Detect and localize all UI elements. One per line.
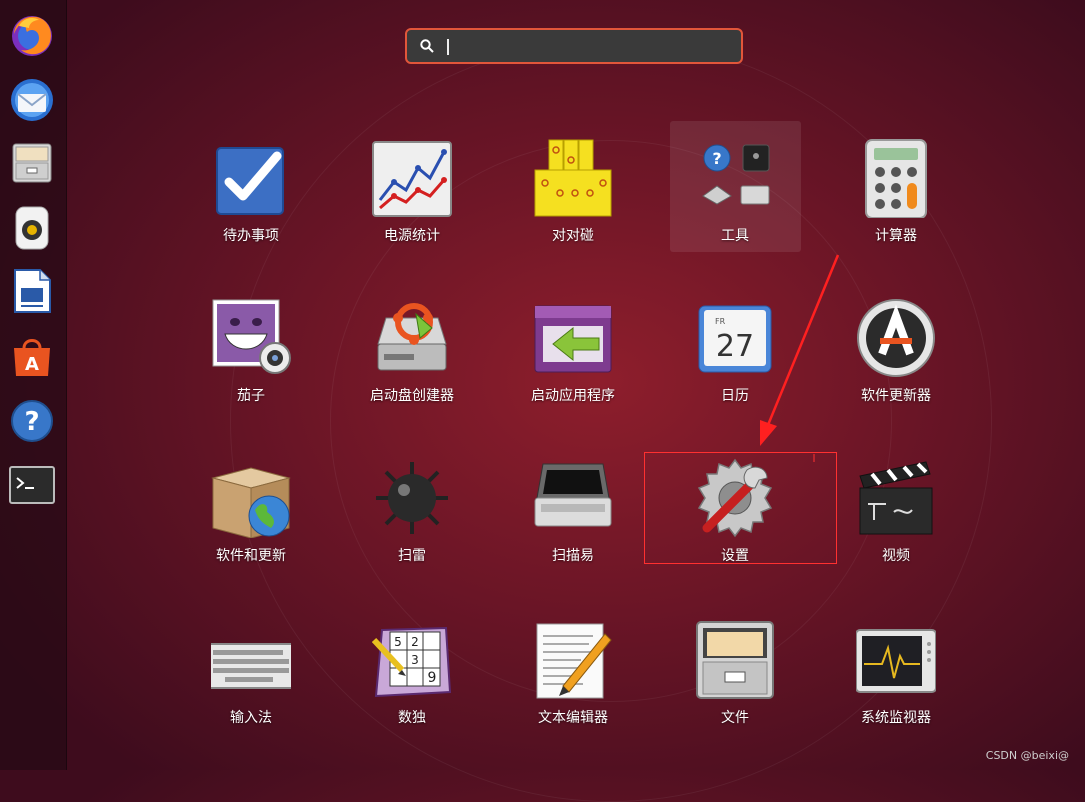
app-mines[interactable]: 扫雷 [342, 450, 482, 570]
yellow-blocks-icon [534, 139, 612, 217]
app-files[interactable]: 文件 [665, 612, 805, 732]
app-label: 扫雷 [398, 548, 426, 564]
dock-thunderbird[interactable] [9, 77, 55, 123]
app-text-editor[interactable]: 文本编辑器 [503, 612, 643, 732]
calculator-icon [865, 139, 927, 218]
checkbox-check-icon [216, 147, 284, 215]
dock-firefox[interactable] [9, 12, 55, 58]
firefox-icon [12, 16, 52, 56]
app-startup-applications[interactable]: 启动应用程序 [503, 290, 643, 410]
sudoku-digit: 5 [394, 635, 402, 649]
dock-writer[interactable] [9, 268, 55, 314]
app-swell-foop[interactable]: 对对碰 [503, 130, 643, 250]
app-cheese[interactable]: 茄子 [181, 290, 321, 410]
app-simple-scan[interactable]: 扫描易 [503, 450, 643, 570]
dock: A ? [0, 0, 67, 770]
app-label: 工具 [721, 228, 749, 244]
webcam-smile-icon [212, 299, 291, 374]
app-todo[interactable]: 待办事项 [181, 130, 321, 250]
app-calendar[interactable]: FR 27 日历 [665, 290, 805, 410]
dock-help[interactable]: ? [9, 398, 55, 444]
keyboard-icon [211, 643, 291, 689]
disk-creator-icon [377, 303, 447, 371]
tools-folder-icon: ? [702, 144, 770, 205]
file-cabinet-icon [12, 143, 52, 183]
app-power-statistics[interactable]: 电源统计 [342, 130, 482, 250]
highlight-box [644, 452, 837, 564]
app-label: 启动盘创建器 [370, 388, 454, 404]
app-label: 视频 [882, 548, 910, 564]
search-input[interactable] [443, 34, 737, 60]
app-label: 待办事项 [223, 228, 279, 244]
svg-text:?: ? [712, 149, 721, 168]
app-label: 软件和更新 [216, 548, 286, 564]
svg-text:A: A [25, 354, 39, 375]
app-calculator[interactable]: 计算器 [826, 130, 966, 250]
app-label: 文件 [721, 710, 749, 726]
file-cabinet-icon [696, 621, 774, 699]
app-software-properties[interactable]: 软件和更新 [181, 450, 321, 570]
package-globe-icon [211, 467, 291, 538]
app-label: 日历 [721, 388, 749, 404]
dock-files[interactable] [9, 140, 55, 186]
app-label: 扫描易 [552, 548, 594, 564]
sudoku-digit: 3 [411, 653, 419, 667]
app-sudoku[interactable]: 5 2 3 9 数独 [342, 612, 482, 732]
software-updater-icon [857, 299, 935, 377]
watermark: CSDN @beixi@ [985, 749, 1069, 762]
speaker-icon [15, 206, 49, 250]
clapperboard-icon [859, 461, 933, 535]
search-box[interactable] [405, 28, 743, 64]
app-label: 对对碰 [552, 228, 594, 244]
help-icon: ? [11, 400, 53, 442]
scanner-icon [534, 463, 612, 527]
app-label: 计算器 [875, 228, 917, 244]
startup-arrow-icon [534, 305, 612, 373]
text-editor-icon [536, 623, 612, 699]
app-label: 输入法 [230, 710, 272, 726]
app-label: 数独 [398, 710, 426, 726]
app-label: 软件更新器 [861, 388, 931, 404]
software-store-icon: A [14, 339, 50, 376]
dock-terminal[interactable] [9, 462, 55, 508]
writer-document-icon [14, 269, 51, 313]
dock-software[interactable]: A [9, 333, 55, 379]
sudoku-digit: 2 [411, 635, 419, 649]
search-icon [420, 39, 434, 53]
line-chart-icon [372, 141, 452, 217]
app-folder-tools[interactable]: ? 工具 [665, 130, 805, 250]
app-input-method[interactable]: 输入法 [181, 612, 321, 732]
calendar-icon: FR 27 [698, 305, 772, 373]
dock-rhythmbox[interactable] [9, 205, 55, 251]
text-cursor [447, 39, 449, 55]
sudoku-grid-icon: 5 2 3 9 [372, 626, 452, 698]
app-label: 茄子 [237, 388, 265, 404]
app-software-updater[interactable]: 软件更新器 [826, 290, 966, 410]
system-monitor-icon [856, 629, 936, 693]
calendar-day: 27 [716, 329, 754, 364]
thunderbird-icon [11, 79, 53, 121]
app-system-monitor[interactable]: 系统监视器 [826, 612, 966, 732]
app-label: 电源统计 [384, 228, 440, 244]
sudoku-digit: 9 [428, 670, 437, 686]
app-label: 启动应用程序 [531, 388, 615, 404]
app-videos[interactable]: 视频 [826, 450, 966, 570]
app-label: 文本编辑器 [538, 710, 608, 726]
calendar-weekday: FR [715, 317, 726, 326]
mine-bomb-icon [376, 462, 448, 534]
svg-text:?: ? [24, 407, 39, 437]
terminal-icon [9, 466, 55, 504]
app-label: 系统监视器 [861, 710, 931, 726]
app-startup-disk-creator[interactable]: 启动盘创建器 [342, 290, 482, 410]
